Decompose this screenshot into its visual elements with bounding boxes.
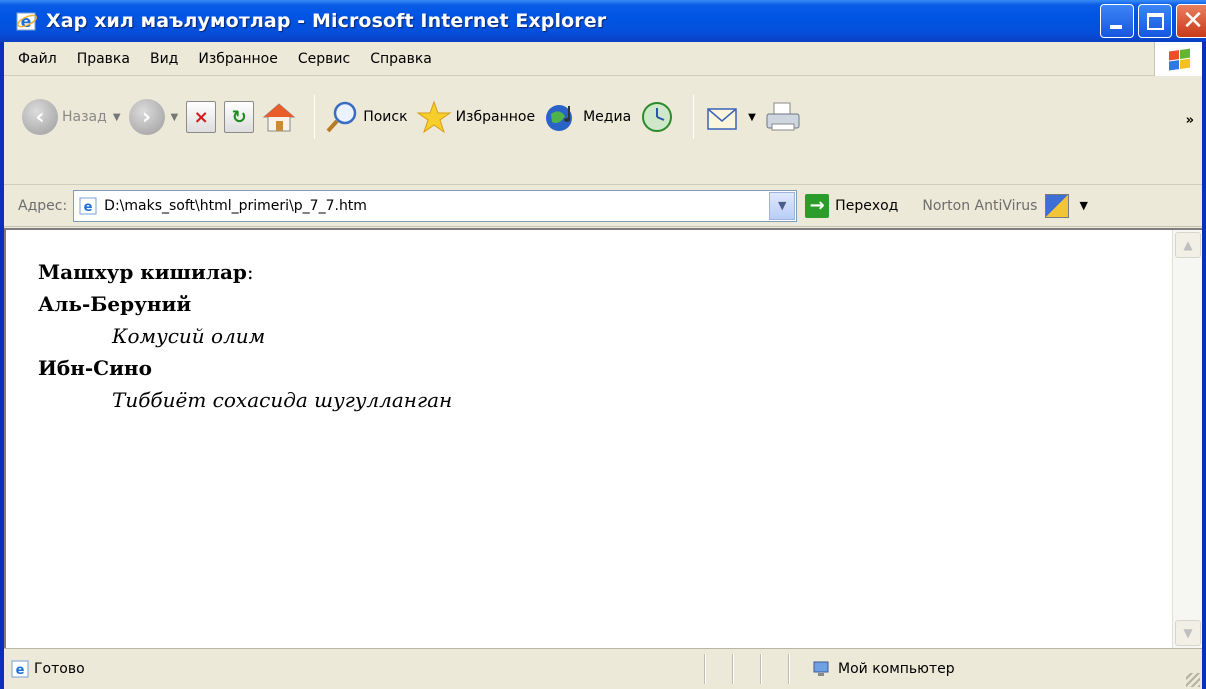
forward-dropdown-icon[interactable]: ▼ [171,112,179,123]
heading-colon: : [246,260,254,284]
back-dropdown-icon[interactable]: ▼ [113,112,121,123]
computer-zone-icon [813,661,829,676]
close-button[interactable]: ✕ [1176,4,1206,38]
favorites-label: Избранное [455,109,536,125]
favorites-button[interactable]: Избранное [415,100,536,134]
back-arrow-icon: ‹ [22,99,58,135]
printer-icon [766,102,800,131]
definition-term: Ибн-Сино [38,356,152,380]
status-pane [732,654,734,684]
status-text-pane: e Готово [4,649,704,689]
norton-icon [1045,193,1070,218]
back-label: Назад [62,109,107,125]
definition-description: Тиббиёт сохасида шугулланган [112,388,453,412]
history-icon [642,102,673,132]
menu-favorites[interactable]: Избранное [198,51,278,67]
toolbar-separator [314,95,316,139]
menu-edit[interactable]: Правка [77,51,130,67]
browser-window: e Хар хил маълумотлар - Microsoft Intern… [0,0,1206,689]
status-pane [760,654,762,684]
security-zone[interactable]: Мой компьютер [804,649,955,689]
home-button[interactable] [262,101,296,133]
stop-button[interactable]: × [186,101,217,133]
search-button[interactable]: Поиск [325,100,408,134]
toolbar-separator [693,95,695,139]
go-label: Переход [835,197,899,214]
back-button[interactable]: ‹ Назад ▼ [22,99,121,135]
svg-text:e: e [21,12,32,31]
media-icon [546,105,573,131]
toolbar-overflow-chevron[interactable]: » [1186,113,1194,128]
scroll-down-icon[interactable]: ▼ [1175,620,1201,646]
menu-help[interactable]: Справка [370,51,432,67]
zone-label: Мой компьютер [838,661,955,677]
menu-tools[interactable]: Сервис [298,51,350,67]
norton-dropdown-icon[interactable]: ▼ [1079,199,1087,212]
media-label: Медиа [583,109,632,125]
standard-toolbar: ‹ Назад ▼ › ▼ × ↻ Поиск Избранное Медиа … [4,77,1202,185]
resize-grip-icon[interactable] [1186,673,1200,687]
status-text: Готово [34,661,85,677]
minimize-icon [1110,25,1122,29]
maximize-icon [1147,13,1164,30]
media-button[interactable]: Медиа [543,100,631,134]
address-label: Адрес: [18,197,68,214]
address-value: D:\maks_soft\html_primeri\p_7_7.htm [104,197,367,214]
minimize-button[interactable] [1100,4,1134,38]
svg-text:e: e [16,663,25,678]
window-title: Хар хил маълумотлар - Microsoft Internet… [46,10,607,32]
star-icon [415,100,452,134]
definition-description: Комусий олим [112,324,266,348]
windows-logo [1154,42,1202,76]
search-label: Поиск [363,109,408,125]
document-body: Машхур кишилар: Аль-Беруний Комусий олим… [38,256,452,416]
mail-icon [707,108,737,130]
definition-list: Аль-Беруний Комусий олим Ибн-Сино Тиббиё… [38,288,452,416]
forward-button[interactable]: › ▼ [128,99,179,135]
print-button[interactable] [764,100,802,134]
svg-text:e: e [84,200,93,215]
refresh-button[interactable]: ↻ [224,101,255,133]
page-content: Машхур кишилар: Аль-Беруний Комусий олим… [4,228,1202,648]
menu-file[interactable]: Файл [18,51,57,67]
go-arrow-icon: → [805,193,830,218]
heading-text: Машхур кишилар [38,260,247,284]
norton-antivirus-toolbar[interactable]: Norton AntiVirus ▼ [922,193,1088,218]
status-pane [788,654,790,684]
stop-icon: × [186,101,217,133]
menu-view[interactable]: Вид [150,51,178,67]
go-button[interactable]: → Переход [805,193,899,218]
mail-button[interactable]: ▼ [704,100,756,134]
search-icon [326,101,357,133]
status-bar: e Готово Мой компьютер [4,648,1202,689]
page-icon: e [79,197,97,215]
title-bar[interactable]: e Хар хил маълумотлар - Microsoft Intern… [0,0,1206,42]
page-done-icon: e [11,660,29,678]
mail-dropdown-icon[interactable]: ▼ [748,112,756,123]
vertical-scrollbar[interactable]: ▲ ▼ [1172,230,1202,648]
home-icon [262,103,296,132]
windows-flag-icon [1169,48,1191,71]
norton-label: Norton AntiVirus [922,197,1038,214]
definition-term: Аль-Беруний [38,292,192,316]
ie-logo-icon: e [16,10,38,32]
close-icon: ✕ [1182,6,1204,36]
maximize-button[interactable] [1138,4,1172,38]
scroll-up-icon[interactable]: ▲ [1175,232,1201,258]
address-bar: Адрес: e D:\maks_soft\html_primeri\p_7_7… [4,185,1202,227]
page-heading: Машхур кишилар: [38,256,452,288]
history-button[interactable] [639,100,675,134]
status-pane [704,654,706,684]
forward-arrow-icon: › [128,99,165,135]
address-dropdown-icon[interactable]: ▼ [769,191,796,220]
menu-bar: Файл Правка Вид Избранное Сервис Справка [4,42,1202,76]
refresh-icon: ↻ [224,101,255,133]
address-input[interactable]: e D:\maks_soft\html_primeri\p_7_7.htm ▼ [73,189,798,222]
